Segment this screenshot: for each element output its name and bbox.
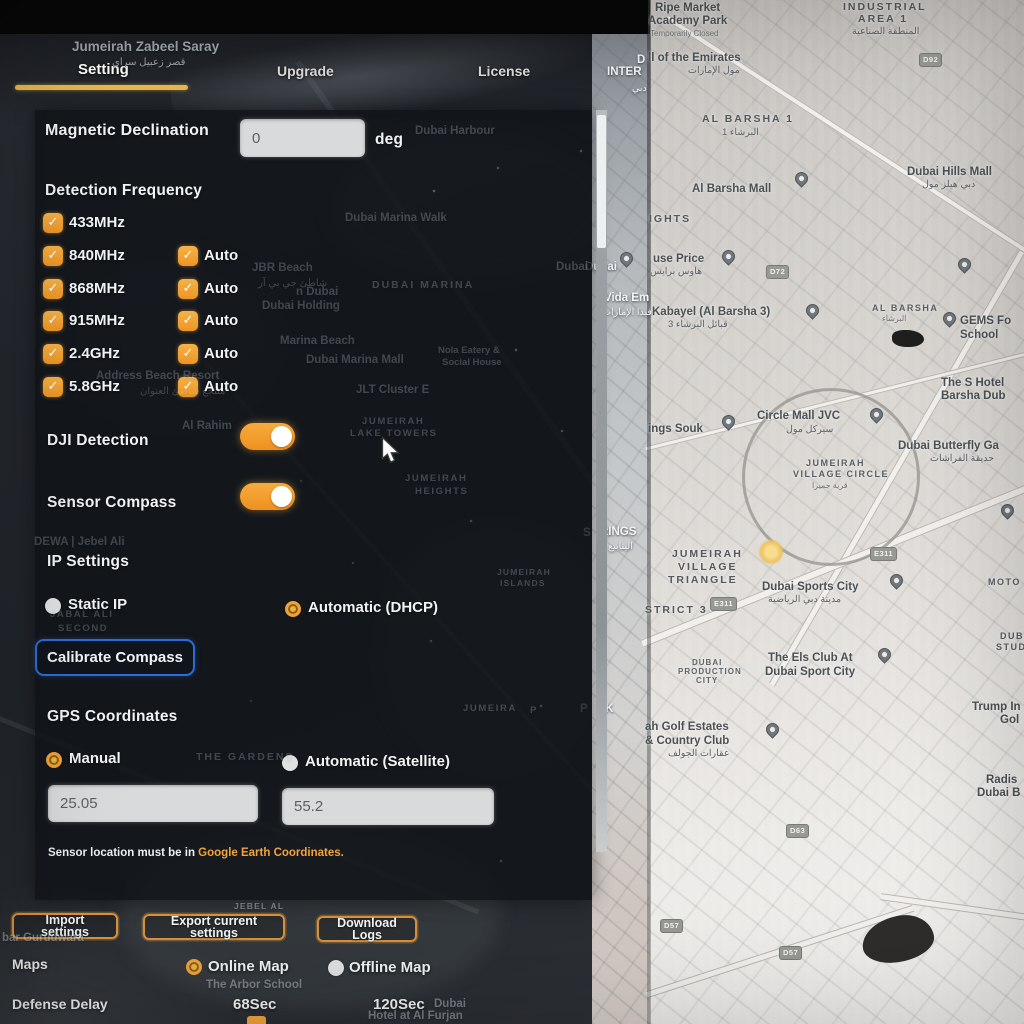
screen-seam xyxy=(647,0,651,1024)
static-ip-radio[interactable] xyxy=(45,598,61,614)
frequency-row: 2.4GHz Auto xyxy=(43,344,583,366)
sensor-location-dot xyxy=(758,539,784,565)
frequency-checkbox-915mhz[interactable] xyxy=(43,311,63,331)
satellite-label: Automatic (Satellite) xyxy=(305,754,450,771)
auto-checkbox[interactable] xyxy=(178,279,198,299)
settings-panel: Magnetic Declination deg Detection Frequ… xyxy=(35,110,592,900)
defense-delay-value-1: 68Sec xyxy=(233,997,276,1014)
tab-license[interactable]: License xyxy=(478,64,530,78)
auto-label: Auto xyxy=(204,313,238,330)
frequency-label: 5.8GHz xyxy=(69,379,120,396)
magnetic-declination-input[interactable] xyxy=(240,119,365,157)
auto-label: Auto xyxy=(204,248,238,265)
active-tab-underline xyxy=(15,85,188,90)
defense-delay-label: Defense Delay xyxy=(12,997,108,1012)
frequency-row: 915MHz Auto xyxy=(43,311,583,333)
tab-setting[interactable]: Setting xyxy=(78,62,129,77)
calibrate-compass-button[interactable]: Calibrate Compass xyxy=(35,639,195,676)
frequency-label: 868MHz xyxy=(69,281,125,298)
frequency-row: 868MHz Auto xyxy=(43,279,583,301)
frequency-label: 433MHz xyxy=(69,215,125,232)
frequency-checkbox-5-8ghz[interactable] xyxy=(43,377,63,397)
dji-detection-label: DJI Detection xyxy=(47,432,149,450)
download-logs-button[interactable]: Download Logs xyxy=(317,916,417,942)
dhcp-radio[interactable] xyxy=(285,601,301,617)
frequency-row: 433MHz xyxy=(43,213,583,235)
gps-coordinates-heading: GPS Coordinates xyxy=(47,708,177,726)
defense-delay-value-2: 120Sec xyxy=(373,997,425,1014)
cropped-checkbox xyxy=(247,1016,266,1024)
frequency-checkbox-2-4ghz[interactable] xyxy=(43,344,63,364)
frequency-label: 2.4GHz xyxy=(69,346,120,363)
ip-settings-heading: IP Settings xyxy=(47,553,129,571)
tab-upgrade[interactable]: Upgrade xyxy=(277,64,334,78)
satellite-radio[interactable] xyxy=(282,755,298,771)
frequency-checkbox-840mhz[interactable] xyxy=(43,246,63,266)
auto-label: Auto xyxy=(204,346,238,363)
detection-frequency-heading: Detection Frequency xyxy=(45,182,202,200)
dji-detection-toggle[interactable] xyxy=(240,423,295,450)
frequency-checkbox-433mhz[interactable] xyxy=(43,213,63,233)
note-highlight: Google Earth Coordinates. xyxy=(198,847,344,859)
frequency-label: 915MHz xyxy=(69,313,125,330)
auto-checkbox[interactable] xyxy=(178,344,198,364)
auto-checkbox[interactable] xyxy=(178,246,198,266)
sensor-compass-label: Sensor Compass xyxy=(47,494,176,512)
frequency-row: 840MHz Auto xyxy=(43,246,583,268)
auto-label: Auto xyxy=(204,379,238,396)
frequency-row: 5.8GHz Auto xyxy=(43,377,583,399)
longitude-input[interactable] xyxy=(282,788,494,825)
deg-unit-label: deg xyxy=(375,131,403,149)
maps-label: Maps xyxy=(12,957,48,972)
pond-shape xyxy=(892,330,924,347)
sensor-location-note: Sensor location must be in Google Earth … xyxy=(48,847,344,861)
note-prefix: Sensor location must be in xyxy=(48,847,198,859)
online-map-label: Online Map xyxy=(208,959,289,976)
manual-radio[interactable] xyxy=(46,752,62,768)
frequency-checkbox-868mhz[interactable] xyxy=(43,279,63,299)
top-navigation-bar xyxy=(0,0,648,34)
offline-map-label: Offline Map xyxy=(349,960,431,977)
export-settings-button[interactable]: Export current settings xyxy=(143,914,285,940)
import-settings-button[interactable]: Import settings xyxy=(12,913,118,939)
magnetic-declination-label: Magnetic Declination xyxy=(45,122,209,140)
app-window: Ripe MarketAcademy ParkTemporarily Close… xyxy=(0,0,1024,1024)
manual-label: Manual xyxy=(69,751,121,768)
online-map-radio[interactable] xyxy=(186,959,202,975)
scrollbar-thumb[interactable] xyxy=(597,115,606,248)
offline-map-radio[interactable] xyxy=(328,960,344,976)
frequency-label: 840MHz xyxy=(69,248,125,265)
sensor-compass-toggle[interactable] xyxy=(240,483,295,510)
static-ip-label: Static IP xyxy=(68,597,127,614)
latitude-input[interactable] xyxy=(48,785,258,822)
auto-checkbox[interactable] xyxy=(178,377,198,397)
auto-label: Auto xyxy=(204,281,238,298)
auto-checkbox[interactable] xyxy=(178,311,198,331)
dhcp-label: Automatic (DHCP) xyxy=(308,600,438,617)
